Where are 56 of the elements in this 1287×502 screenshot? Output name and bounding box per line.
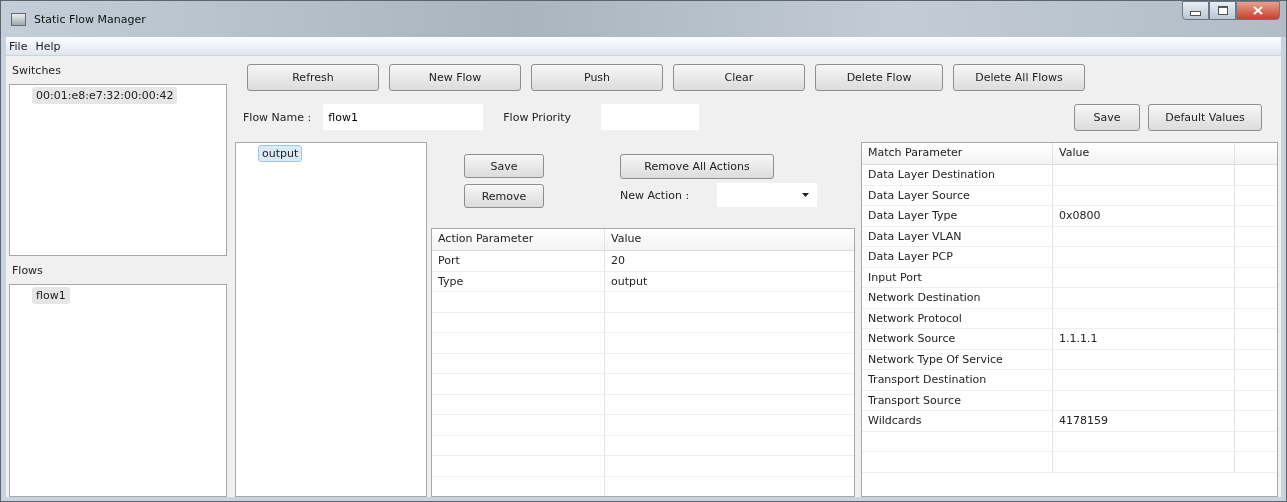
list-box[interactable]: 00:01:e8:e7:32:00:00:42 xyxy=(9,84,227,256)
table-cell: Transport Destination xyxy=(862,370,1053,390)
toolbar-button[interactable]: Push xyxy=(531,64,663,91)
menu-item[interactable]: Help xyxy=(35,39,61,53)
column-header[interactable]: Match Parameter xyxy=(862,143,1053,164)
table-cell: Transport Source xyxy=(862,390,1053,410)
toolbar-button[interactable]: Delete Flow xyxy=(815,64,943,91)
column-header[interactable]: Action Parameter xyxy=(432,229,605,250)
save-button[interactable]: Save xyxy=(1074,103,1140,131)
field-label: Flow Name : xyxy=(243,110,312,124)
list-item[interactable]: output xyxy=(258,145,303,162)
table-cell: Input Port xyxy=(862,267,1053,287)
field-label: Flow Priority xyxy=(503,110,572,124)
save-button[interactable]: Save xyxy=(464,154,544,178)
table-cell: Data Layer Source xyxy=(862,185,1053,205)
table-cell: Type xyxy=(432,271,605,291)
remove-all-actions-button[interactable]: Remove All Actions xyxy=(620,154,774,179)
flow-name-field[interactable]: flow1 xyxy=(323,104,484,130)
table-cell: Port xyxy=(432,251,605,271)
list-item[interactable]: 00:01:e8:e7:32:00:00:42 xyxy=(32,87,178,104)
table-cell: 4178159 xyxy=(1053,411,1235,431)
list-item[interactable]: flow1 xyxy=(32,287,70,304)
table-cell: 0x0800 xyxy=(1053,206,1235,226)
window-title: Static Flow Manager xyxy=(34,12,146,26)
section-label: Flows xyxy=(11,263,44,279)
caret-icon xyxy=(802,193,810,197)
app-icon xyxy=(11,12,26,26)
toolbar-button[interactable]: Delete All Flows xyxy=(953,64,1085,91)
table-cell: 1.1.1.1 xyxy=(1053,329,1235,349)
table-cell: Network Destination xyxy=(862,288,1053,308)
table-cell: Network Type Of Service xyxy=(862,349,1053,369)
table-cell: Data Layer Type xyxy=(862,206,1053,226)
table-cell-text: 20 xyxy=(610,253,626,269)
remove-button[interactable]: Remove xyxy=(464,184,544,208)
toolbar-button[interactable]: New Flow xyxy=(389,64,521,91)
table-cell: Data Layer PCP xyxy=(862,247,1053,267)
list-box[interactable]: flow1 xyxy=(9,284,227,497)
close-button[interactable] xyxy=(1236,1,1280,20)
table-cell: Data Layer Destination xyxy=(862,165,1053,185)
field-label: New Action : xyxy=(620,188,690,202)
toolbar-button[interactable]: Clear xyxy=(673,64,805,91)
toolbar-button[interactable]: Refresh xyxy=(247,64,379,91)
list-box[interactable]: output xyxy=(235,142,427,497)
table-cell-text: output xyxy=(610,273,649,290)
minimize-button[interactable] xyxy=(1182,1,1209,20)
default-values-button[interactable]: Default Values xyxy=(1148,103,1262,131)
maximize-button[interactable] xyxy=(1209,1,1236,20)
section-label: Switches xyxy=(11,63,62,79)
table-cell: Data Layer VLAN xyxy=(862,226,1053,246)
column-header[interactable]: Value xyxy=(605,229,854,250)
menu-item[interactable]: File xyxy=(9,39,28,53)
column-header[interactable]: Value xyxy=(1053,143,1235,164)
table-cell: Network Protocol xyxy=(862,308,1053,328)
table-cell: Wildcards xyxy=(862,411,1053,431)
close-icon xyxy=(1253,6,1263,15)
table-cell: Network Source xyxy=(862,329,1053,349)
